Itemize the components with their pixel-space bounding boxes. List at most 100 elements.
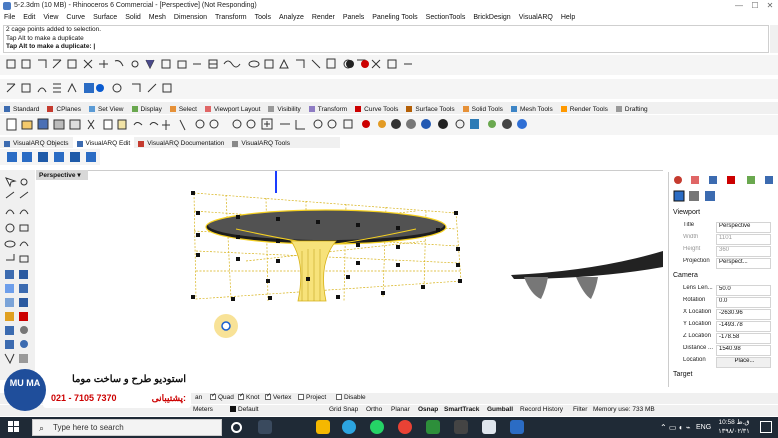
planar-toggle[interactable]: Planar bbox=[391, 406, 410, 413]
knot-checkbox[interactable] bbox=[238, 394, 244, 401]
menu-curve[interactable]: Curve bbox=[62, 13, 89, 24]
menu-analyze[interactable]: Analyze bbox=[275, 13, 308, 24]
prop-projection[interactable]: Projection Perspect... bbox=[683, 258, 771, 269]
osnap-knot[interactable]: Knot bbox=[238, 394, 259, 401]
standard-toolbar-icons[interactable] bbox=[0, 115, 540, 135]
tab-visibility[interactable]: Visibility bbox=[264, 102, 304, 114]
tab-render-tools[interactable]: Render Tools bbox=[557, 102, 612, 114]
ortho-toggle[interactable]: Ortho bbox=[366, 406, 382, 413]
menu-paneling-tools[interactable]: Paneling Tools bbox=[368, 13, 421, 24]
menu-render[interactable]: Render bbox=[308, 13, 339, 24]
prop-title[interactable]: Title Perspective bbox=[683, 222, 771, 233]
whatsapp-icon[interactable] bbox=[370, 420, 384, 434]
menu-sectiontools[interactable]: SectionTools bbox=[422, 13, 470, 24]
prop-x-location[interactable]: X Location -2630.96 bbox=[683, 309, 771, 320]
transform-icons[interactable] bbox=[0, 79, 180, 99]
tray-icons[interactable]: ⌃ ▭ ◐ ⌁ bbox=[660, 423, 691, 432]
osnap-toggle[interactable]: Osnap bbox=[418, 406, 438, 413]
minimize-button[interactable]: — bbox=[732, 1, 746, 11]
tab-curve-tools[interactable]: Curve Tools bbox=[351, 102, 402, 114]
prop-rotation[interactable]: Rotation 0.0 bbox=[683, 297, 771, 308]
cortana-icon[interactable] bbox=[231, 422, 242, 433]
task-view-icon[interactable] bbox=[258, 420, 272, 434]
menu-panels[interactable]: Panels bbox=[339, 13, 368, 24]
properties-panel-icons[interactable] bbox=[669, 172, 777, 204]
tab-set-view[interactable]: Set View bbox=[85, 102, 128, 114]
prop-location[interactable]: Location Place... bbox=[683, 357, 771, 368]
file-explorer-icon[interactable] bbox=[316, 420, 330, 434]
chrome-icon[interactable] bbox=[398, 420, 412, 434]
prop-y-location[interactable]: Y Location -1493.78 bbox=[683, 321, 771, 332]
language-indicator[interactable]: ENG bbox=[696, 424, 711, 431]
left-toolbar-icons[interactable] bbox=[0, 170, 35, 375]
menu-tools[interactable]: Tools bbox=[251, 13, 275, 24]
maximize-button[interactable]: ☐ bbox=[748, 1, 762, 11]
prop-distance[interactable]: Distance ... 1540.98 bbox=[683, 345, 771, 356]
gumball-toggle[interactable]: Gumball bbox=[487, 406, 513, 413]
model-view[interactable] bbox=[36, 171, 663, 375]
visualarq-taskbar-icon[interactable] bbox=[510, 420, 524, 434]
tab-select[interactable]: Select bbox=[166, 102, 201, 114]
osnap-vertex[interactable]: Vertex bbox=[265, 394, 291, 401]
tab-solid-tools[interactable]: Solid Tools bbox=[459, 102, 507, 114]
tab-display[interactable]: Display bbox=[128, 102, 166, 114]
osnap-partial[interactable]: an bbox=[195, 394, 202, 401]
prop-lens-length[interactable]: Lens Len... 50.0 bbox=[683, 285, 771, 296]
vertex-checkbox[interactable] bbox=[265, 394, 271, 401]
smarttrack-toggle[interactable]: SmartTrack bbox=[444, 406, 479, 413]
menu-file[interactable]: File bbox=[0, 13, 19, 24]
windows-start-icon[interactable] bbox=[8, 421, 20, 433]
telegram-icon[interactable] bbox=[342, 420, 356, 434]
osnap-disable[interactable]: Disable bbox=[336, 394, 366, 401]
viewport-layout-icon bbox=[204, 106, 211, 112]
units-label[interactable]: Meters bbox=[193, 406, 213, 413]
osnap-project[interactable]: Project bbox=[298, 394, 326, 401]
record-history-toggle[interactable]: Record History bbox=[520, 406, 563, 413]
cage-edit-icons[interactable] bbox=[0, 55, 420, 75]
tab-visualarq-tools[interactable]: VisualARQ Tools bbox=[228, 137, 294, 148]
osnap-quad[interactable]: Quad bbox=[210, 394, 234, 401]
tab-viewport-layout[interactable]: Viewport Layout bbox=[201, 102, 265, 114]
menu-surface[interactable]: Surface bbox=[89, 13, 121, 24]
tab-visualarq-objects[interactable]: VisualARQ Objects bbox=[0, 137, 73, 148]
command-prompt[interactable]: Tap Alt to make a duplicate: | bbox=[4, 43, 768, 52]
tab-cplanes[interactable]: CPlanes bbox=[43, 102, 85, 114]
close-button[interactable]: ✕ bbox=[763, 1, 777, 11]
menu-edit[interactable]: Edit bbox=[19, 13, 39, 24]
tab-standard[interactable]: Standard bbox=[0, 102, 43, 114]
layer-indicator[interactable]: Default bbox=[230, 406, 259, 413]
target-section-header: Target bbox=[673, 371, 693, 378]
tab-surface-tools[interactable]: Surface Tools bbox=[402, 102, 458, 114]
perspective-viewport[interactable] bbox=[36, 170, 663, 374]
filter-toggle[interactable]: Filter bbox=[573, 406, 587, 413]
app-icon[interactable] bbox=[454, 420, 468, 434]
visualarq-icons[interactable] bbox=[0, 149, 100, 165]
menu-brickdesign[interactable]: BrickDesign bbox=[469, 13, 514, 24]
menu-solid[interactable]: Solid bbox=[121, 13, 145, 24]
viewport-dropdown-icon[interactable]: ▾ bbox=[77, 172, 80, 179]
rhino-taskbar-icon[interactable] bbox=[482, 420, 496, 434]
project-checkbox[interactable] bbox=[298, 394, 304, 401]
notifications-icon[interactable] bbox=[760, 421, 772, 433]
tab-visualarq-edit[interactable]: VisualARQ Edit bbox=[72, 137, 135, 148]
prop-z-location[interactable]: Z Location -178.58 bbox=[683, 333, 771, 344]
tab-transform[interactable]: Transform bbox=[305, 102, 351, 114]
camera-section-header: Camera bbox=[673, 272, 698, 279]
menu-mesh[interactable]: Mesh bbox=[145, 13, 170, 24]
tab-visualarq-documentation[interactable]: VisualARQ Documentation bbox=[134, 137, 228, 148]
menu-help[interactable]: Help bbox=[557, 13, 579, 24]
menu-view[interactable]: View bbox=[39, 13, 62, 24]
quad-checkbox[interactable] bbox=[210, 394, 216, 401]
clock[interactable]: 10:58 ق.ظ ۱۳۹۸/۰۲/۳۱ bbox=[715, 418, 753, 436]
camtasia-icon[interactable] bbox=[426, 420, 440, 434]
taskbar-search[interactable]: ⌕ Type here to search bbox=[32, 419, 222, 436]
tab-mesh-tools[interactable]: Mesh Tools bbox=[507, 102, 557, 114]
menu-dimension[interactable]: Dimension bbox=[170, 13, 211, 24]
menu-transform[interactable]: Transform bbox=[211, 13, 251, 24]
grid-snap-toggle[interactable]: Grid Snap bbox=[329, 406, 358, 413]
disable-checkbox[interactable] bbox=[336, 394, 342, 401]
tab-drafting[interactable]: Drafting bbox=[612, 102, 652, 114]
viewport-title-tab[interactable]: Perspective ▾ bbox=[36, 170, 88, 180]
command-scrollbar[interactable] bbox=[770, 25, 778, 53]
menu-visualarq[interactable]: VisualARQ bbox=[515, 13, 557, 24]
